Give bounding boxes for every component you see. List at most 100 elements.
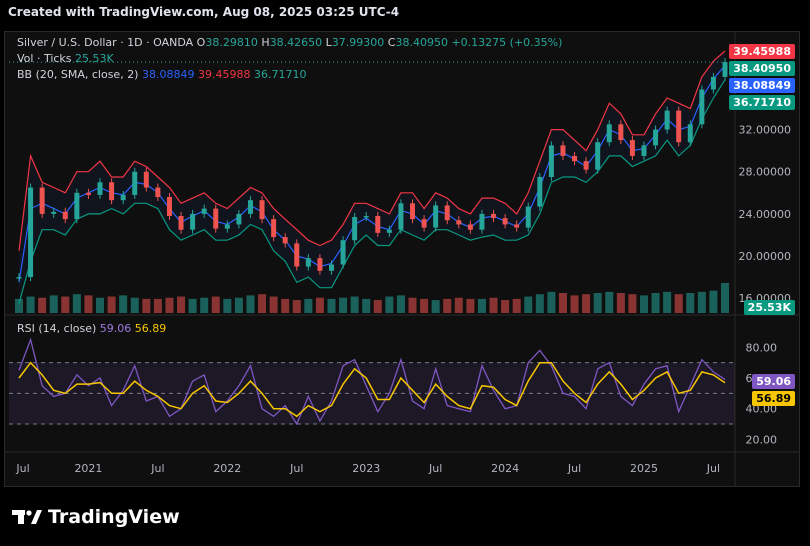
volume-bar	[721, 283, 729, 313]
price-candle	[352, 217, 358, 241]
price-candle	[224, 224, 230, 229]
volume-bar	[339, 297, 348, 313]
symbol-name[interactable]: Silver / U.S. Dollar · 1D · OANDA	[17, 36, 193, 49]
price-candle	[294, 243, 300, 267]
volume-bar	[605, 291, 614, 313]
volume-bar	[61, 296, 70, 313]
rsi-label[interactable]: RSI (14, close)	[17, 322, 96, 335]
price-candle	[247, 200, 253, 214]
price-candle	[213, 208, 219, 229]
price-candle	[62, 211, 68, 220]
volume-bar	[454, 297, 463, 313]
volume-bar	[558, 293, 567, 313]
bb-basis-tag: 38.08849	[729, 78, 795, 93]
tradingview-logo[interactable]: TradingView	[12, 506, 180, 528]
price-tick-label: 20.00000	[739, 250, 792, 263]
volume-bar	[292, 300, 301, 313]
time-tick-label: 2024	[491, 462, 519, 475]
time-tick-label: 2025	[630, 462, 658, 475]
symbol-legend: Silver / U.S. Dollar · 1D · OANDA O38.29…	[17, 36, 562, 49]
chart-frame[interactable]: 16.00000 20.00000 24.00000 28.00000 32.00000…	[4, 31, 800, 487]
time-tick-label: Jul	[289, 462, 303, 475]
time-tick-label: Jul	[15, 462, 29, 475]
bb-lower-tag: 36.71710	[729, 95, 795, 110]
volume-bar	[501, 300, 510, 313]
price-candle	[467, 224, 473, 230]
volume-bar	[165, 297, 174, 313]
price-candle	[155, 187, 161, 198]
price-candle	[39, 187, 45, 214]
change-value: +0.13275 (+0.35%)	[451, 36, 563, 49]
volume-bar	[373, 300, 382, 313]
rsi-tick-label: 20.00	[746, 433, 778, 446]
price-candle	[340, 240, 346, 265]
time-tick-label: Jul	[706, 462, 720, 475]
volume-bar	[466, 298, 475, 313]
price-candle	[109, 182, 115, 201]
price-candle	[572, 155, 578, 162]
price-candle	[74, 192, 80, 220]
price-candle	[629, 140, 635, 156]
low-value: 37.99300	[331, 36, 385, 49]
volume-bar	[327, 298, 336, 313]
volume-bar	[489, 297, 498, 313]
volume-bar	[130, 297, 139, 313]
volume-bar	[663, 291, 672, 313]
header-text: Created with TradingView.com, Aug 08, 20…	[8, 5, 400, 19]
volume-bar	[269, 296, 278, 313]
close-value: 38.40950	[395, 36, 448, 49]
volume-bar	[84, 295, 93, 313]
price-candle	[271, 219, 277, 238]
volume-bar	[350, 296, 359, 313]
volume-bar	[49, 295, 58, 313]
time-tick-label: Jul	[567, 462, 581, 475]
volume-bar	[362, 298, 371, 313]
volume-bar	[616, 293, 625, 313]
close-price-tag: 38.40950	[729, 61, 795, 76]
rsi-value: 59.06	[99, 322, 132, 335]
price-candle	[502, 218, 508, 225]
price-candle	[85, 192, 91, 195]
chart-svg[interactable]: 16.0000020.0000024.0000028.0000032.00000…	[5, 32, 799, 486]
volume-label[interactable]: Vol · Ticks	[17, 52, 72, 65]
price-candle	[595, 142, 601, 170]
volume-bar	[547, 291, 556, 313]
price-candle	[201, 208, 207, 214]
volume-bar	[96, 297, 105, 313]
price-candle	[363, 215, 369, 218]
price-candle	[259, 200, 265, 220]
price-candle	[16, 277, 22, 279]
price-candle	[710, 76, 716, 90]
volume-bar	[570, 295, 579, 313]
price-candle	[537, 177, 543, 207]
price-candle	[51, 211, 57, 214]
price-candle	[143, 171, 149, 188]
price-candle	[97, 182, 103, 195]
tradingview-logo-icon	[12, 510, 42, 524]
volume-bar	[258, 294, 267, 313]
volume-bar	[223, 298, 232, 313]
bb-label[interactable]: BB (20, SMA, close, 2)	[17, 68, 138, 81]
rsi-legend: RSI (14, close) 59.06 56.89	[17, 322, 166, 335]
price-candle	[548, 145, 554, 177]
price-candle	[722, 62, 728, 77]
price-candle	[491, 213, 497, 219]
price-candle	[687, 124, 693, 143]
tradingview-logo-text: TradingView	[48, 506, 180, 528]
price-tick-label: 24.00000	[739, 208, 792, 221]
price-candle	[398, 203, 404, 230]
volume-bar	[651, 293, 660, 313]
price-candle	[120, 194, 126, 201]
price-candle	[166, 197, 172, 216]
volume-value: 25.53K	[75, 52, 114, 65]
price-candle	[525, 206, 531, 228]
volume-bar	[674, 294, 683, 313]
volume-bar	[420, 298, 429, 313]
price-candle	[583, 161, 589, 170]
price-candle	[317, 258, 323, 271]
volume-bar	[142, 298, 151, 313]
price-candle	[606, 124, 612, 143]
volume-bar	[477, 298, 486, 313]
volume-bar	[200, 297, 209, 313]
volume-bar	[686, 293, 695, 313]
